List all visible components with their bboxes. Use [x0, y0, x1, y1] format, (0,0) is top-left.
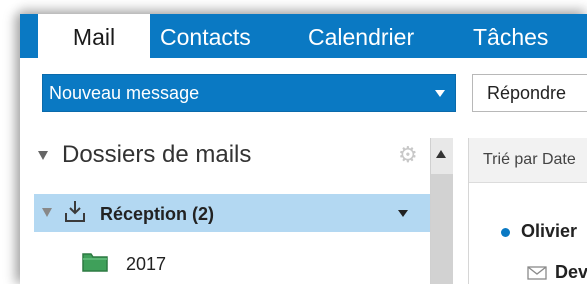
folders-header[interactable]: Dossiers de mails: [38, 140, 251, 170]
collapse-triangle-icon[interactable]: [42, 208, 52, 217]
mail-app-window: Mail Contacts Calendrier Tâches Nouveau …: [20, 14, 587, 284]
message-sender[interactable]: Olivier: [521, 218, 577, 244]
chevron-down-icon[interactable]: [435, 90, 445, 97]
folder-label: 2017: [126, 254, 167, 274]
inbox-download-icon: [65, 201, 85, 222]
scrollbar-thumb[interactable]: [431, 174, 453, 284]
unread-dot-icon: [501, 228, 510, 237]
app-tab-bar: Mail Contacts Calendrier Tâches: [20, 14, 587, 58]
folder-pane-scrollbar[interactable]: [430, 138, 453, 284]
chevron-down-icon[interactable]: [398, 210, 408, 217]
reply-button[interactable]: Répondre: [472, 74, 587, 112]
inbox-label: Réception (2): [100, 204, 215, 224]
sort-bar[interactable]: Trié par Date: [469, 138, 587, 183]
gear-icon[interactable]: ⚙: [398, 142, 418, 168]
tab-mail[interactable]: Mail: [38, 14, 150, 58]
message-subject[interactable]: Dev: [555, 258, 587, 284]
scroll-up-icon[interactable]: [436, 150, 446, 158]
tab-taches[interactable]: Tâches: [473, 14, 548, 58]
new-message-button[interactable]: Nouveau message: [42, 74, 456, 112]
sidebar-item-inbox[interactable]: Réception (2): [34, 194, 430, 232]
folders-header-label: Dossiers de mails: [62, 141, 252, 168]
new-message-label: Nouveau message: [49, 83, 200, 103]
reply-label: Répondre: [487, 83, 567, 103]
folder-icon: [82, 253, 108, 272]
collapse-triangle-icon[interactable]: [38, 151, 48, 161]
tab-calendrier[interactable]: Calendrier: [308, 14, 414, 58]
envelope-icon: [527, 266, 547, 280]
sort-label: Trié par Date: [483, 151, 576, 168]
tab-contacts[interactable]: Contacts: [160, 14, 251, 58]
sidebar-item-2017[interactable]: 2017: [34, 244, 430, 280]
message-list-pane: Trié par Date Olivier Dev: [468, 138, 587, 284]
